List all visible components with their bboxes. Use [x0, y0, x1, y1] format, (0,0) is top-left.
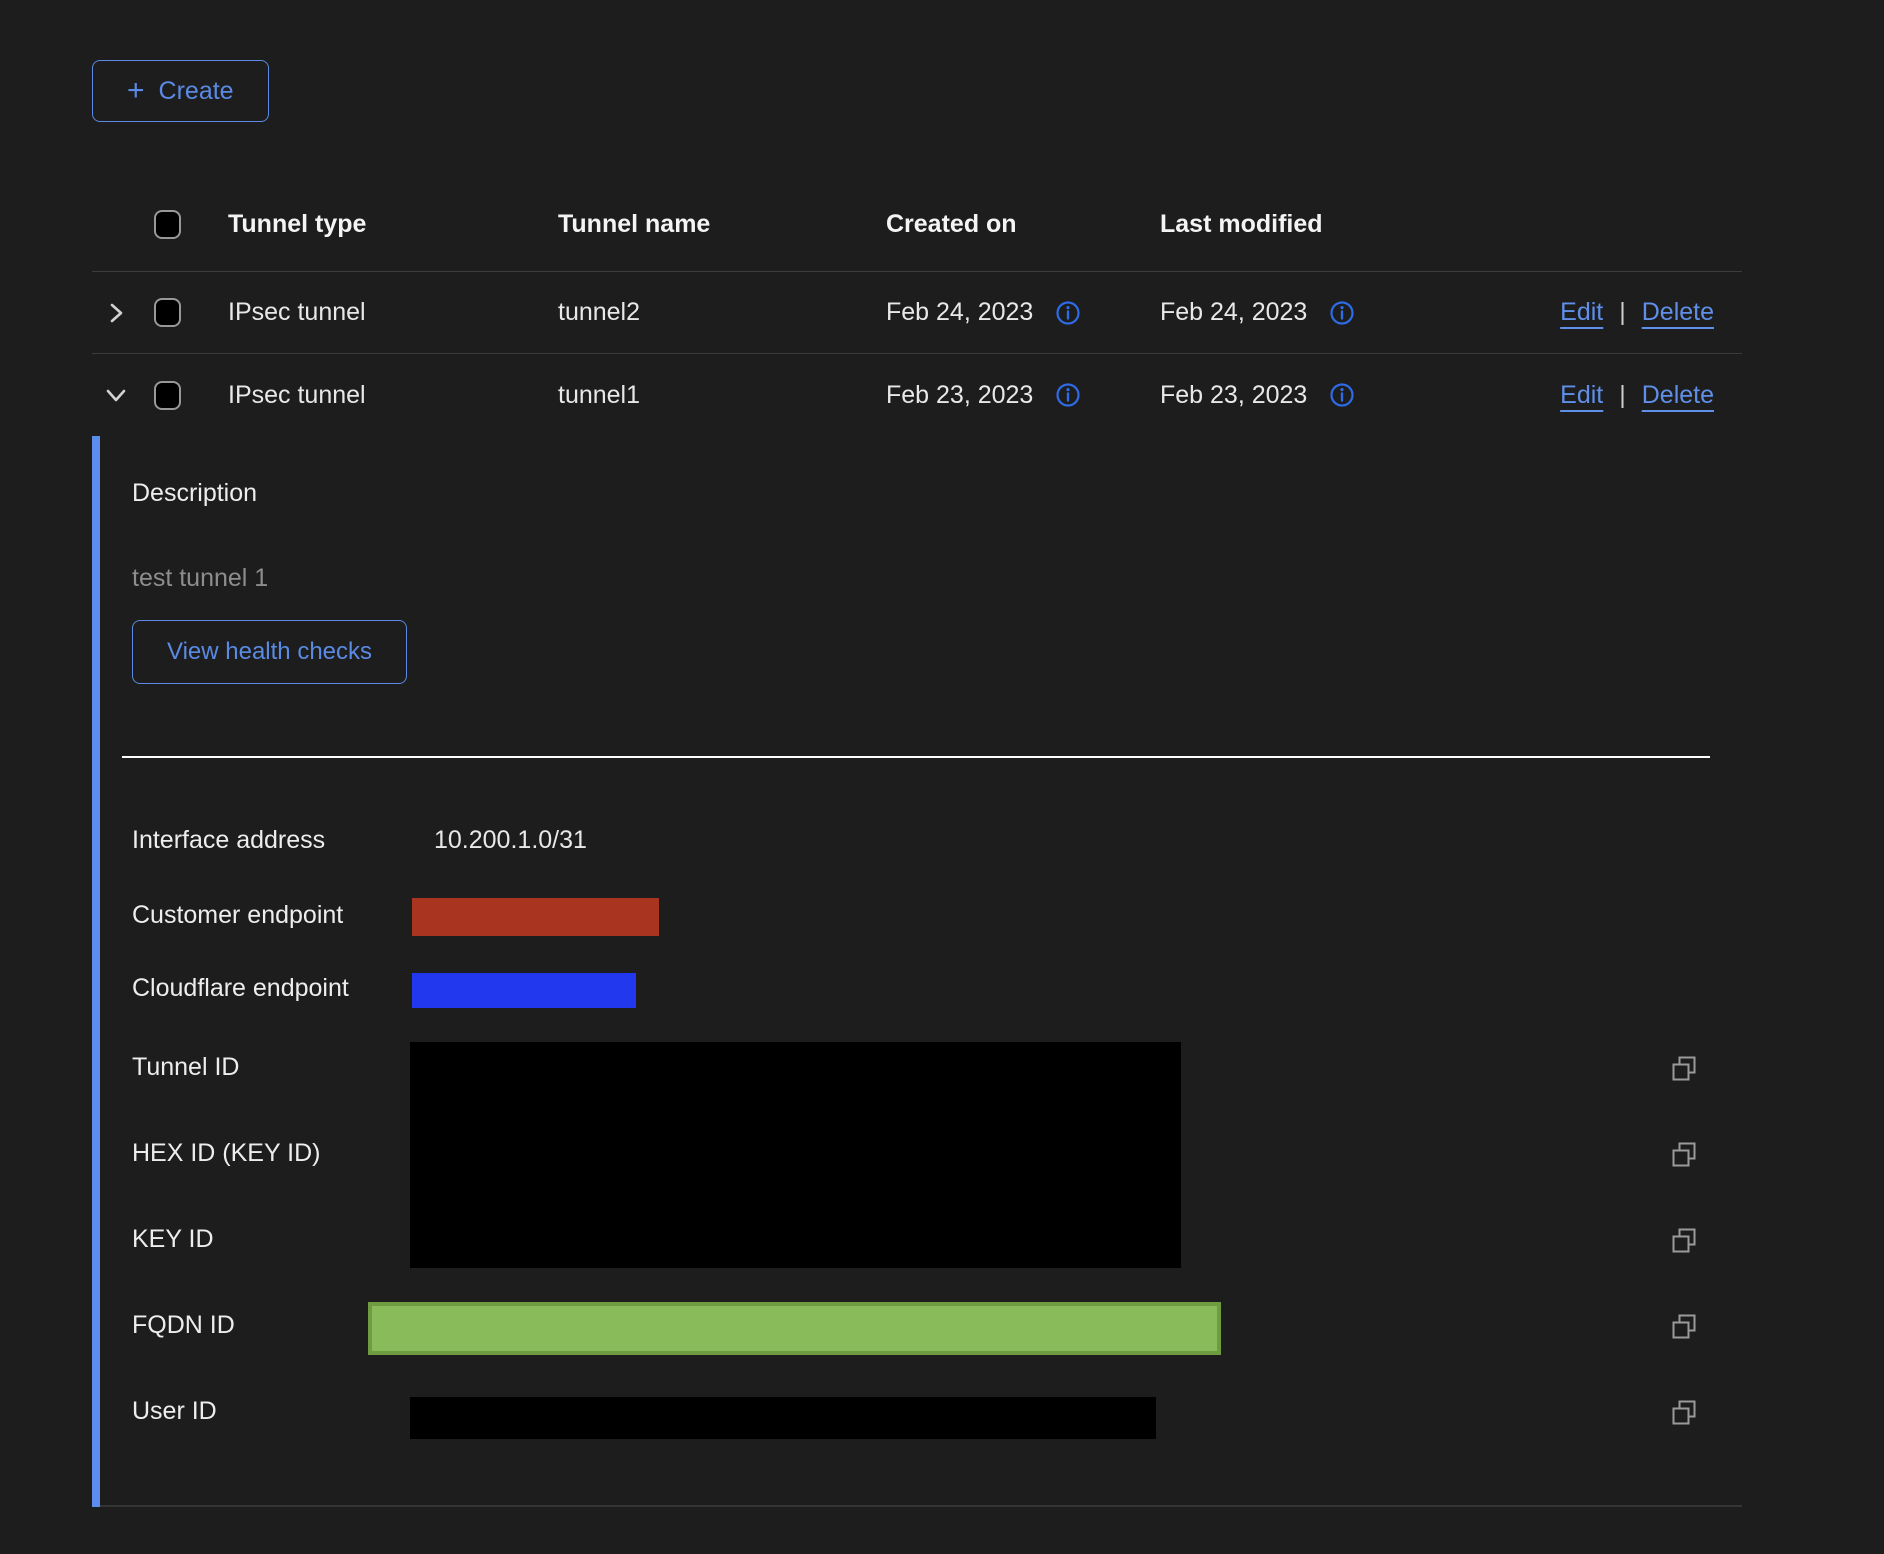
copy-user-id-icon[interactable]: [1668, 1397, 1700, 1429]
redacted-customer-endpoint: [412, 898, 659, 936]
info-icon[interactable]: [1055, 382, 1081, 408]
info-icon[interactable]: [1329, 382, 1355, 408]
copy-tunnel-id-icon[interactable]: [1668, 1053, 1700, 1085]
expand-chevron-right-icon[interactable]: [103, 300, 129, 326]
copy-key-id-icon[interactable]: [1668, 1225, 1700, 1257]
tunnel-table: Tunnel type Tunnel name Created on Last …: [92, 178, 1742, 1507]
last-modified-cell: Feb 23, 2023: [1160, 381, 1307, 410]
copy-hex-id-icon[interactable]: [1668, 1139, 1700, 1171]
table-header-row: Tunnel type Tunnel name Created on Last …: [92, 178, 1742, 272]
field-label-tunnel-id: Tunnel ID: [132, 1052, 239, 1082]
main-content: + Create Tunnel type Tunnel name Created…: [92, 0, 1742, 1507]
created-on-cell: Feb 24, 2023: [886, 298, 1033, 327]
created-on-cell: Feb 23, 2023: [886, 381, 1033, 410]
field-label-user-id: User ID: [132, 1396, 217, 1426]
edit-link[interactable]: Edit: [1560, 298, 1603, 327]
collapse-chevron-down-icon[interactable]: [103, 382, 129, 408]
last-modified-cell: Feb 24, 2023: [1160, 298, 1307, 327]
redacted-user-id: [410, 1397, 1156, 1439]
tunnel-detail-panel: Description test tunnel 1 View health ch…: [92, 436, 1742, 1507]
copy-fqdn-id-icon[interactable]: [1668, 1311, 1700, 1343]
delete-link[interactable]: Delete: [1642, 298, 1714, 327]
header-last-modified: Last modified: [1160, 210, 1430, 239]
create-button[interactable]: + Create: [92, 60, 269, 122]
edit-link[interactable]: Edit: [1560, 381, 1603, 410]
field-label-interface-address: Interface address: [132, 825, 325, 855]
row-checkbox[interactable]: [154, 381, 181, 410]
field-label-hex-id: HEX ID (KEY ID): [132, 1138, 320, 1168]
field-label-customer-endpoint: Customer endpoint: [132, 900, 343, 930]
header-created-on: Created on: [886, 210, 1160, 239]
info-icon[interactable]: [1055, 300, 1081, 326]
table-row: IPsec tunnel tunnel2 Feb 24, 2023 Feb 24…: [92, 272, 1742, 354]
section-divider: [122, 756, 1710, 758]
redacted-tunnel-hex-key-ids: [410, 1042, 1181, 1268]
redacted-fqdn-id: [368, 1302, 1221, 1355]
action-separator: |: [1619, 381, 1626, 410]
redacted-cloudflare-endpoint: [412, 973, 636, 1008]
table-row: IPsec tunnel tunnel1 Feb 23, 2023 Feb 23…: [92, 354, 1742, 436]
description-value: test tunnel 1: [132, 563, 268, 593]
row-checkbox[interactable]: [154, 298, 181, 327]
interface-address-value: 10.200.1.0/31: [434, 825, 587, 855]
field-label-key-id: KEY ID: [132, 1224, 214, 1254]
header-tunnel-type: Tunnel type: [228, 210, 558, 239]
create-button-label: Create: [159, 77, 234, 106]
tunnel-name-cell: tunnel2: [558, 298, 886, 327]
field-label-cloudflare-endpoint: Cloudflare endpoint: [132, 973, 349, 1003]
field-label-fqdn-id: FQDN ID: [132, 1310, 235, 1340]
info-icon[interactable]: [1329, 300, 1355, 326]
description-label: Description: [132, 478, 257, 508]
delete-link[interactable]: Delete: [1642, 381, 1714, 410]
tunnel-type-cell: IPsec tunnel: [228, 298, 558, 327]
expanded-accent-bar: [92, 436, 100, 1507]
tunnel-type-cell: IPsec tunnel: [228, 381, 558, 410]
action-separator: |: [1619, 298, 1626, 327]
select-all-checkbox[interactable]: [154, 210, 181, 239]
plus-icon: +: [127, 76, 145, 106]
header-tunnel-name: Tunnel name: [558, 210, 886, 239]
view-health-checks-button[interactable]: View health checks: [132, 620, 407, 684]
tunnel-name-cell: tunnel1: [558, 381, 886, 410]
